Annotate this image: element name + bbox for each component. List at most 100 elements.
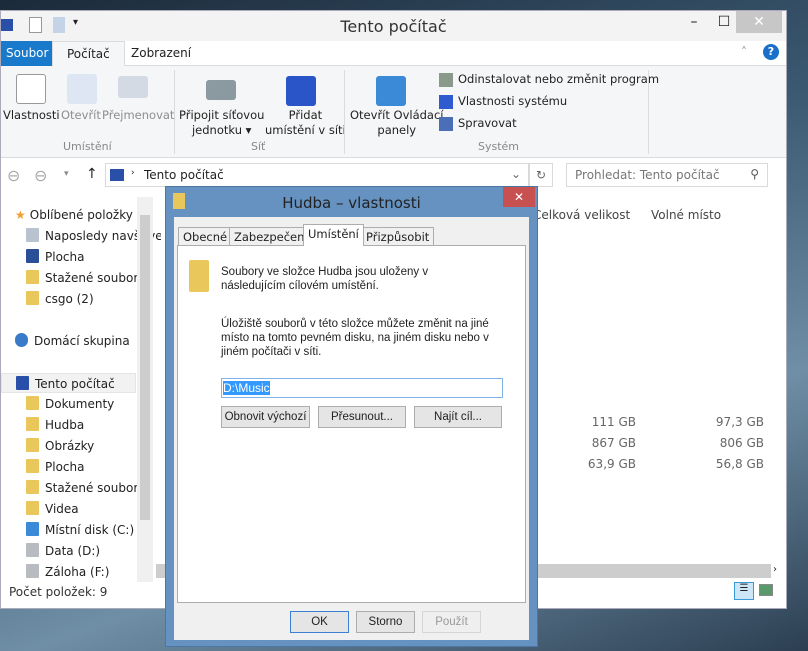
add-network-location-button[interactable]: Přidat umístění v síti <box>265 108 346 138</box>
nav-label: Místní disk (C:) <box>45 523 135 537</box>
location-tab-panel: Soubory ve složce Hudba jsou uloženy v n… <box>177 245 526 603</box>
scrollbar-thumb[interactable] <box>140 215 150 520</box>
address-bar[interactable]: › Tento počítač ⌄ <box>105 163 529 187</box>
tab-pocitac[interactable]: Počítač <box>52 41 125 66</box>
help-icon[interactable]: ? <box>763 44 779 60</box>
videos-folder-icon <box>26 501 39 515</box>
column-total-size[interactable]: Celková velikost <box>533 208 630 222</box>
nav-this-pc[interactable]: Tento počítač <box>1 373 136 393</box>
forward-button[interactable]: ⊖ <box>34 166 47 185</box>
close-button[interactable]: ✕ <box>736 11 782 33</box>
title-bar: ▾ Tento počítač – ☐ ✕ <box>1 11 786 41</box>
add-location-label-2: umístění v síti <box>265 123 346 137</box>
system-properties-button[interactable]: Vlastnosti systému <box>458 94 567 109</box>
control-panel-label-2: panely <box>377 123 417 137</box>
large-icons-view-button[interactable] <box>759 584 773 596</box>
map-drive-icon <box>206 80 236 100</box>
recent-locations-icon[interactable]: ▾ <box>64 169 69 179</box>
ok-button[interactable]: OK <box>290 611 349 633</box>
refresh-button[interactable]: ↻ <box>529 163 553 187</box>
group-divider <box>344 70 345 154</box>
nav-scrollbar[interactable] <box>137 197 153 582</box>
pictures-folder-icon <box>26 438 39 452</box>
open-button[interactable]: Otevřít <box>61 108 101 123</box>
drive-free-space: 56,8 GB <box>715 457 764 471</box>
downloads-folder-icon <box>26 480 39 494</box>
nav-label: Videa <box>45 502 79 516</box>
move-button[interactable]: Přesunout... <box>318 406 406 428</box>
star-icon: ★ <box>15 208 26 222</box>
search-input[interactable]: Prohledat: Tento počítač ⚲ <box>566 163 768 187</box>
nav-label: Oblíbené položky <box>29 208 133 222</box>
tab-soubor[interactable]: Soubor <box>1 41 54 66</box>
map-drive-button[interactable]: Připojit síťovou jednotku ▾ <box>179 108 264 138</box>
drive-total-size: 111 GB <box>591 415 636 429</box>
restore-default-button[interactable]: Obnovit výchozí <box>221 406 310 428</box>
nav-homegroup[interactable]: Domácí skupina <box>15 331 150 351</box>
ribbon-tabs: Soubor Počítač Zobrazení ˄ ? <box>1 41 786 66</box>
up-button[interactable]: ↑ <box>86 166 98 182</box>
tab-zobrazeni[interactable]: Zobrazení <box>117 41 205 66</box>
group-label-umisteni: Umístění <box>63 140 112 153</box>
location-description: Soubory ve složce Hudba jsou uloženy v n… <box>221 266 429 292</box>
location-path-value: D:\Music <box>223 381 270 395</box>
properties-button[interactable]: Vlastnosti <box>3 108 60 123</box>
map-drive-label: Připojit síťovou <box>179 108 265 122</box>
homegroup-icon <box>15 333 28 347</box>
group-label-sit: Síť <box>251 140 266 153</box>
cancel-button[interactable]: Storno <box>356 611 415 633</box>
collapse-ribbon-icon[interactable]: ˄ <box>741 45 747 59</box>
tab-obecne[interactable]: Obecné <box>178 227 233 246</box>
breadcrumb-chevron-icon[interactable]: › <box>131 168 135 178</box>
tab-umisteni[interactable]: Umístění <box>303 224 364 246</box>
nav-label: Hudba <box>45 418 85 432</box>
drive-free-space: 806 GB <box>719 436 764 450</box>
tab-prizpusobit[interactable]: Přizpůsobit <box>361 227 435 246</box>
address-dropdown-icon[interactable]: ⌄ <box>511 167 521 181</box>
nav-favorites[interactable]: ★ Oblíbené položky <box>15 205 150 225</box>
scroll-right-icon[interactable]: › <box>773 564 777 575</box>
drive-icon <box>26 564 39 578</box>
control-panel-icon <box>376 76 406 106</box>
tab-zabezpeceni[interactable]: Zabezpečení <box>229 227 313 246</box>
apply-button[interactable]: Použít <box>422 611 481 633</box>
properties-dialog: Hudba – vlastnosti ✕ Obecné Zabezpečení … <box>165 186 538 647</box>
manage-button[interactable]: Spravovat <box>458 116 517 131</box>
move-description: Úložiště souborů v této složce můžete zm… <box>221 318 489 358</box>
nav-label: Domácí skupina <box>34 334 130 348</box>
rename-button[interactable]: Přejmenovat <box>102 108 174 123</box>
column-free-space[interactable]: Volné místo <box>651 208 721 222</box>
drive-icon <box>26 543 39 557</box>
drive-total-size: 867 GB <box>591 436 636 450</box>
system-properties-icon <box>439 95 453 109</box>
dialog-close-button[interactable]: ✕ <box>503 187 535 207</box>
music-folder-large-icon <box>189 260 209 292</box>
group-label-system: Systém <box>478 140 520 153</box>
desktop-icon <box>26 249 39 263</box>
add-network-location-icon <box>286 76 316 106</box>
group-divider <box>174 70 175 154</box>
window-title: Tento počítač <box>340 17 447 36</box>
ribbon: Vlastnosti Otevřít Přejmenovat Umístění … <box>1 66 786 158</box>
nav-label: Záloha (F:) <box>45 565 110 579</box>
rename-icon <box>118 76 148 98</box>
breadcrumb-path[interactable]: Tento počítač <box>144 168 224 182</box>
nav-label: Plocha <box>45 460 85 474</box>
documents-folder-icon <box>26 396 39 410</box>
drive-free-space: 97,3 GB <box>715 415 764 429</box>
group-divider <box>648 70 649 154</box>
location-path-input[interactable]: D:\Music <box>221 378 503 398</box>
nav-label: Dokumenty <box>45 397 115 411</box>
back-button[interactable]: ⊖ <box>7 166 20 185</box>
uninstall-program-button[interactable]: Odinstalovat nebo změnit program <box>458 72 659 87</box>
drive-total-size: 63,9 GB <box>587 457 636 471</box>
nav-label: Data (D:) <box>45 544 101 558</box>
find-target-button[interactable]: Najít cíl... <box>414 406 502 428</box>
search-icon: ⚲ <box>750 167 759 181</box>
add-location-label: Přidat <box>288 108 323 122</box>
navigation-pane: ★Oblíbené položky Naposledy navštívené P… <box>1 197 161 582</box>
details-view-button[interactable]: ☰ <box>734 582 754 600</box>
control-panel-button[interactable]: Otevřít Ovládací panely <box>350 108 444 138</box>
nav-label: Plocha <box>45 250 85 264</box>
music-folder-icon <box>26 417 39 431</box>
